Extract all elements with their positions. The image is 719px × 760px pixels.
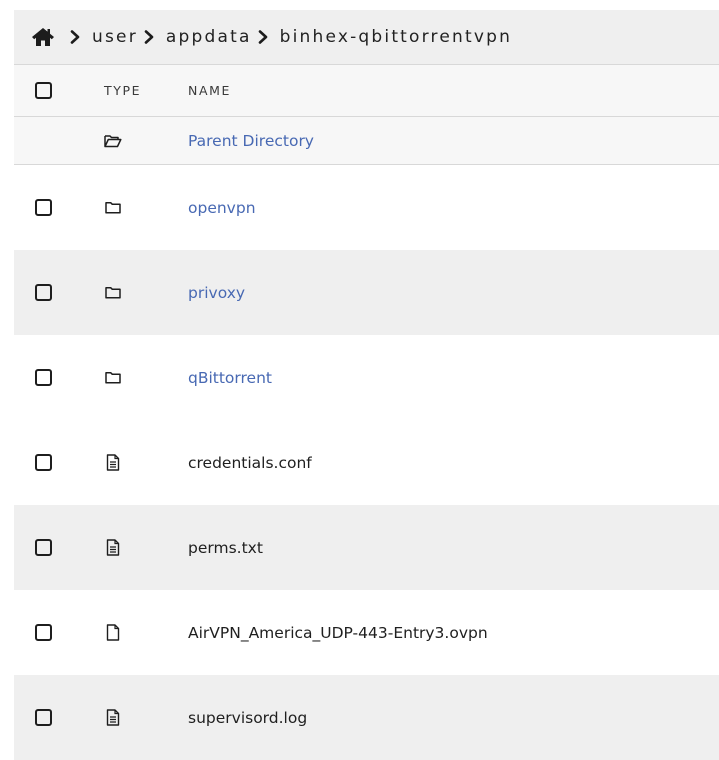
breadcrumb-item-user[interactable]: user xyxy=(92,27,138,47)
name-column-header[interactable]: NAME xyxy=(188,83,719,98)
check-cell xyxy=(14,199,72,216)
table-row[interactable]: credentials.conf xyxy=(14,420,719,505)
file-name[interactable]: credentials.conf xyxy=(188,454,312,472)
table-row[interactable]: openvpn xyxy=(14,165,719,250)
folder-icon xyxy=(104,370,122,386)
type-cell xyxy=(72,133,188,149)
folder-link[interactable]: privoxy xyxy=(188,284,245,302)
type-cell xyxy=(72,624,188,641)
chevron-right-icon xyxy=(68,29,82,45)
select-all-checkbox[interactable] xyxy=(35,82,52,99)
folder-open-icon xyxy=(104,133,122,149)
table-row[interactable]: supervisord.log xyxy=(14,675,719,760)
type-cell xyxy=(72,454,188,471)
type-cell xyxy=(72,709,188,726)
breadcrumb-item-current: binhex-qbittorrentvpn xyxy=(279,27,513,47)
file-name[interactable]: perms.txt xyxy=(188,539,263,557)
parent-directory-row[interactable]: Parent Directory xyxy=(14,117,719,165)
check-cell xyxy=(14,284,72,301)
folder-icon xyxy=(104,285,122,301)
blank-file-icon xyxy=(104,624,122,641)
row-checkbox[interactable] xyxy=(35,199,52,216)
type-cell xyxy=(72,539,188,556)
type-cell xyxy=(72,200,188,216)
row-checkbox[interactable] xyxy=(35,624,52,641)
row-checkbox[interactable] xyxy=(35,709,52,726)
table-row[interactable]: qBittorrent xyxy=(14,335,719,420)
text-file-icon xyxy=(104,539,122,556)
check-cell xyxy=(14,369,72,386)
folder-link[interactable]: openvpn xyxy=(188,199,256,217)
file-table: TYPE NAME Parent Directory openvpn privo… xyxy=(14,65,719,760)
home-icon[interactable] xyxy=(30,26,56,48)
check-cell xyxy=(14,709,72,726)
name-cell: supervisord.log xyxy=(188,709,719,727)
check-cell xyxy=(14,624,72,641)
row-checkbox[interactable] xyxy=(35,369,52,386)
folder-icon xyxy=(104,200,122,216)
row-checkbox[interactable] xyxy=(35,539,52,556)
folder-link[interactable]: qBittorrent xyxy=(188,369,272,387)
file-name[interactable]: supervisord.log xyxy=(188,709,307,727)
breadcrumb-item-appdata[interactable]: appdata xyxy=(166,27,252,47)
table-header-row: TYPE NAME xyxy=(14,65,719,117)
name-cell: credentials.conf xyxy=(188,454,719,472)
breadcrumb: user appdata binhex-qbittorrentvpn xyxy=(14,10,719,65)
text-file-icon xyxy=(104,709,122,726)
table-row[interactable]: privoxy xyxy=(14,250,719,335)
table-row[interactable]: AirVPN_America_UDP-443-Entry3.ovpn xyxy=(14,590,719,675)
text-file-icon xyxy=(104,454,122,471)
type-column-header[interactable]: TYPE xyxy=(72,83,188,98)
name-cell: privoxy xyxy=(188,284,719,302)
chevron-right-icon xyxy=(142,29,156,45)
check-cell xyxy=(14,454,72,471)
select-all-cell xyxy=(14,82,72,99)
name-cell: Parent Directory xyxy=(188,132,719,150)
name-cell: qBittorrent xyxy=(188,369,719,387)
table-row[interactable]: perms.txt xyxy=(14,505,719,590)
row-checkbox[interactable] xyxy=(35,284,52,301)
type-cell xyxy=(72,285,188,301)
type-cell xyxy=(72,370,188,386)
name-cell: openvpn xyxy=(188,199,719,217)
name-cell: AirVPN_America_UDP-443-Entry3.ovpn xyxy=(188,624,719,642)
check-cell xyxy=(14,539,72,556)
parent-directory-link[interactable]: Parent Directory xyxy=(188,132,314,150)
name-cell: perms.txt xyxy=(188,539,719,557)
file-name[interactable]: AirVPN_America_UDP-443-Entry3.ovpn xyxy=(188,624,488,642)
row-checkbox[interactable] xyxy=(35,454,52,471)
chevron-right-icon xyxy=(256,29,270,45)
file-browser: user appdata binhex-qbittorrentvpn TYPE … xyxy=(14,10,719,760)
